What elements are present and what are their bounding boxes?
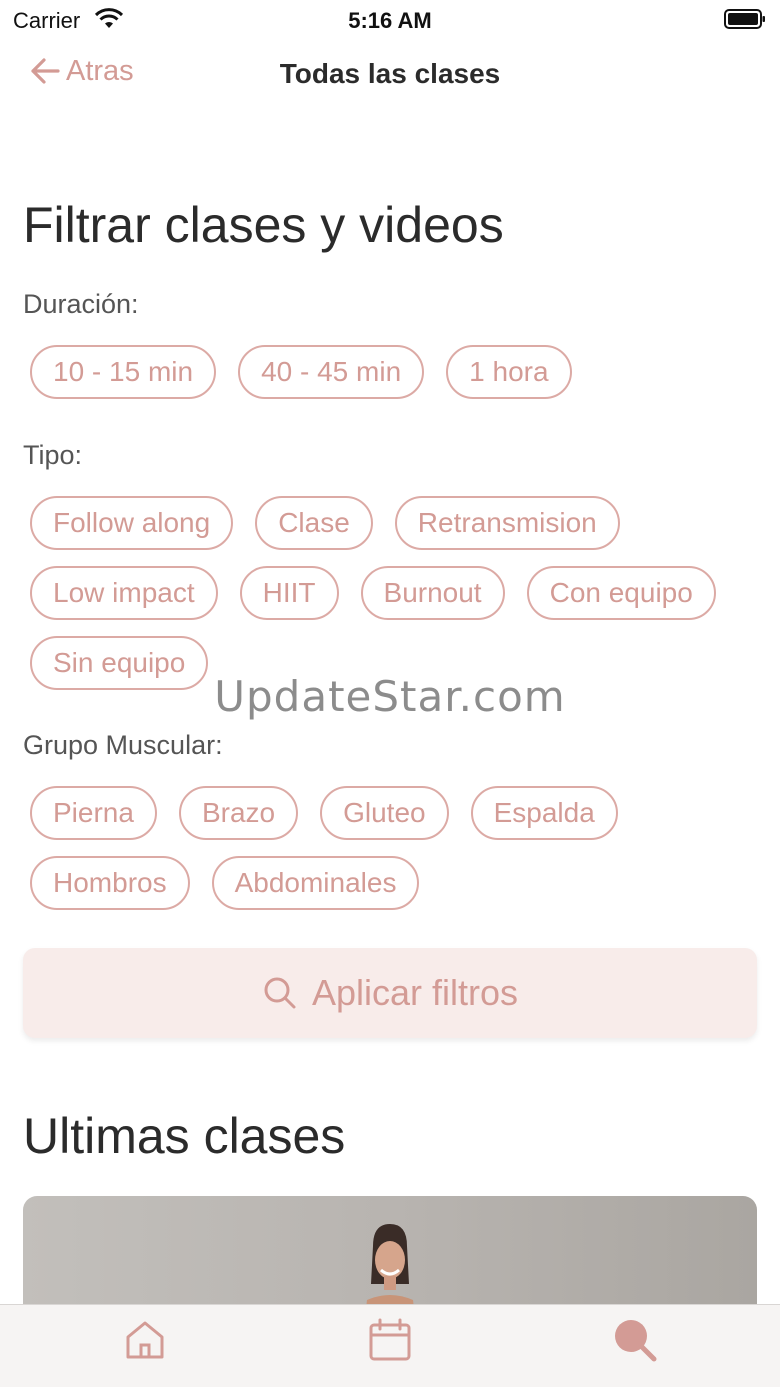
chip-muscle-pierna[interactable]: Pierna: [30, 786, 157, 840]
filters-title: Filtrar clases y videos: [23, 197, 504, 253]
battery-icon: [724, 9, 765, 29]
chip-type-clase[interactable]: Clase: [255, 496, 373, 550]
muscle-chip-row-1: Pierna Brazo Gluteo Espalda: [30, 786, 618, 840]
type-chip-row-2: Low impact HIIT Burnout Con equipo: [30, 566, 716, 620]
chip-duration-1-hora[interactable]: 1 hora: [446, 345, 572, 399]
muscle-group-label: Grupo Muscular:: [23, 730, 223, 760]
latest-classes-title: Ultimas clases: [23, 1108, 346, 1164]
apply-filters-label: Aplicar filtros: [311, 972, 519, 1013]
type-label: Tipo:: [23, 440, 83, 470]
muscle-chip-row-2: Hombros Abdominales: [30, 856, 420, 910]
search-tab-icon[interactable]: [610, 1315, 660, 1365]
status-bar: Carrier 5:16 AM: [0, 0, 780, 40]
chip-type-hiit[interactable]: HIIT: [239, 566, 339, 620]
chip-muscle-brazo[interactable]: Brazo: [178, 786, 299, 840]
chip-type-follow-along[interactable]: Follow along: [30, 496, 234, 550]
duration-chip-row: 10 - 15 min 40 - 45 min 1 hora: [30, 345, 572, 399]
chip-muscle-espalda[interactable]: Espalda: [470, 786, 618, 840]
apply-filters-button[interactable]: Aplicar filtros: [23, 948, 757, 1038]
watermark: UpdateStar.com: [214, 672, 566, 721]
chip-duration-40-45[interactable]: 40 - 45 min: [238, 345, 425, 399]
chip-muscle-abdominales[interactable]: Abdominales: [211, 856, 420, 910]
chip-type-con-equipo[interactable]: Con equipo: [526, 566, 716, 620]
tab-bar: [0, 1304, 780, 1387]
home-icon[interactable]: [120, 1315, 170, 1365]
search-icon: [264, 977, 296, 1009]
chip-duration-10-15[interactable]: 10 - 15 min: [30, 345, 217, 399]
status-time: 5:16 AM: [348, 8, 432, 33]
chip-muscle-hombros[interactable]: Hombros: [30, 856, 190, 910]
calendar-icon[interactable]: [365, 1315, 415, 1365]
type-chip-row-1: Follow along Clase Retransmision: [30, 496, 620, 550]
chip-type-burnout[interactable]: Burnout: [360, 566, 505, 620]
duration-label: Duración:: [23, 289, 139, 319]
chip-type-retransmision[interactable]: Retransmision: [394, 496, 620, 550]
nav-bar: Atras Todas las clases: [0, 48, 780, 98]
page-title: Todas las clases: [279, 58, 501, 89]
chip-type-low-impact[interactable]: Low impact: [30, 566, 218, 620]
chip-muscle-gluteo[interactable]: Gluteo: [320, 786, 449, 840]
